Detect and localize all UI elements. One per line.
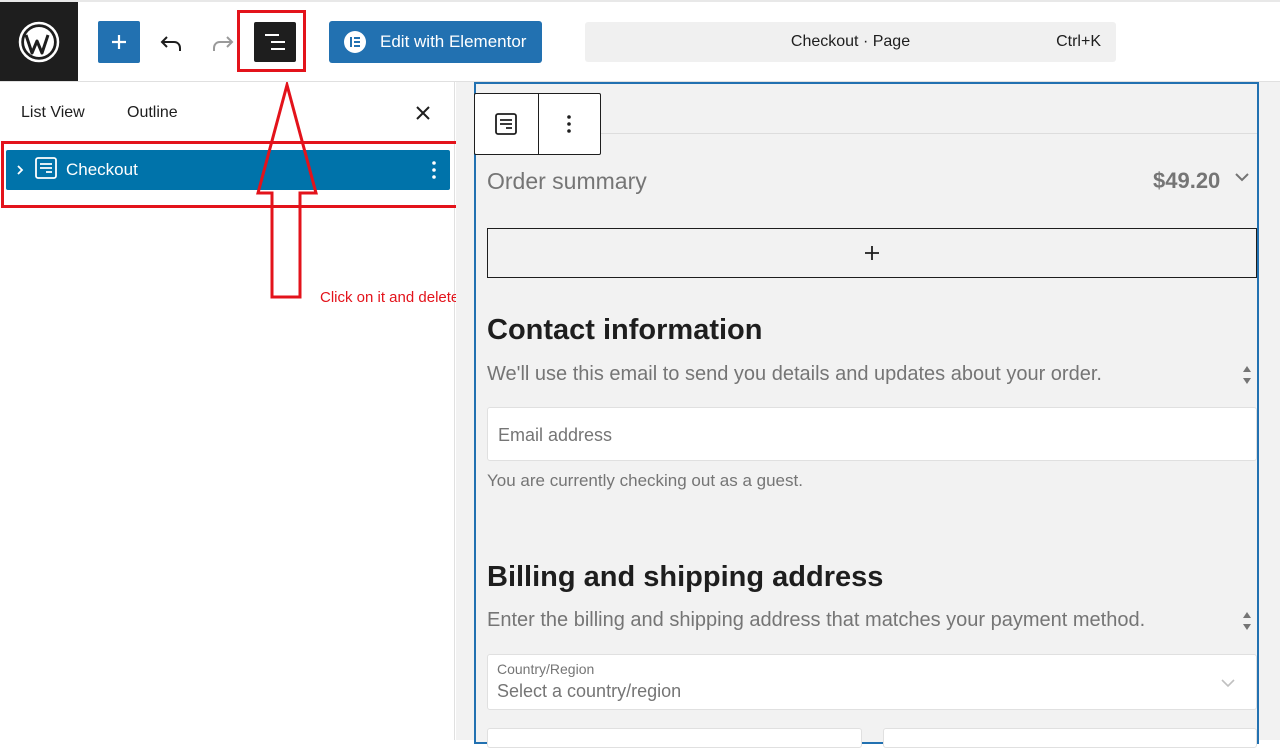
redo-icon (213, 36, 234, 51)
block-appender-button[interactable] (487, 228, 1257, 278)
block-toolbar (474, 93, 601, 155)
order-summary-label: Order summary (487, 168, 647, 194)
edit-with-elementor-button[interactable]: Edit with Elementor (329, 21, 542, 63)
email-field[interactable]: Email address (487, 407, 1257, 461)
billing-heading: Billing and shipping address (487, 561, 884, 593)
tab-list-view[interactable]: List View (21, 104, 85, 122)
block-type-button[interactable] (475, 94, 538, 154)
undo-icon (160, 36, 181, 51)
checkout-row-highlight-box (1, 141, 467, 208)
country-placeholder: Select a country/region (497, 681, 682, 701)
top-divider (0, 0, 1280, 2)
guest-note: You are currently checking out as a gues… (487, 471, 803, 490)
chevron-down-icon (1220, 675, 1236, 693)
resize-stepper-icon[interactable] (1240, 609, 1254, 638)
resize-stepper-icon[interactable] (1240, 363, 1254, 392)
canvas-divider (601, 133, 1257, 134)
block-options-button[interactable] (537, 94, 601, 154)
country-label: Country/Region (497, 661, 595, 677)
elementor-button-label: Edit with Elementor (380, 32, 527, 51)
add-block-button[interactable] (98, 21, 140, 63)
document-title: Checkout · Page (790, 33, 911, 50)
billing-description: Enter the billing and shipping address t… (487, 609, 1146, 631)
country-select[interactable]: Country/Region Select a country/region (487, 654, 1257, 710)
tab-outline[interactable]: Outline (127, 104, 178, 122)
plus-icon (865, 246, 879, 260)
list-view-highlight-box (237, 10, 306, 72)
annotation-arrow-icon (256, 82, 318, 299)
editor-top-bar: Edit with Elementor Checkout · Page Ctrl… (0, 0, 1280, 82)
order-total: $49.20 (1153, 168, 1221, 193)
contact-heading: Contact information (487, 314, 763, 346)
more-options-icon (567, 115, 572, 133)
plus-icon (112, 35, 126, 49)
undo-button[interactable] (152, 24, 190, 62)
chevron-down-icon[interactable] (1234, 170, 1250, 188)
first-name-field[interactable] (487, 728, 862, 748)
email-placeholder: Email address (498, 425, 613, 445)
command-shortcut: Ctrl+K (1056, 33, 1101, 50)
close-sidebar-button[interactable] (412, 102, 434, 124)
last-name-field[interactable] (883, 728, 1257, 748)
close-icon (416, 106, 430, 120)
wordpress-logo-icon[interactable] (0, 2, 78, 81)
elementor-icon (344, 31, 366, 53)
contact-description: We'll use this email to send you details… (487, 363, 1102, 385)
annotation-text: Click on it and delete it (320, 289, 471, 306)
checkout-block-icon (495, 113, 518, 135)
command-palette-bar[interactable]: Checkout · Page Ctrl+K (585, 22, 1116, 62)
